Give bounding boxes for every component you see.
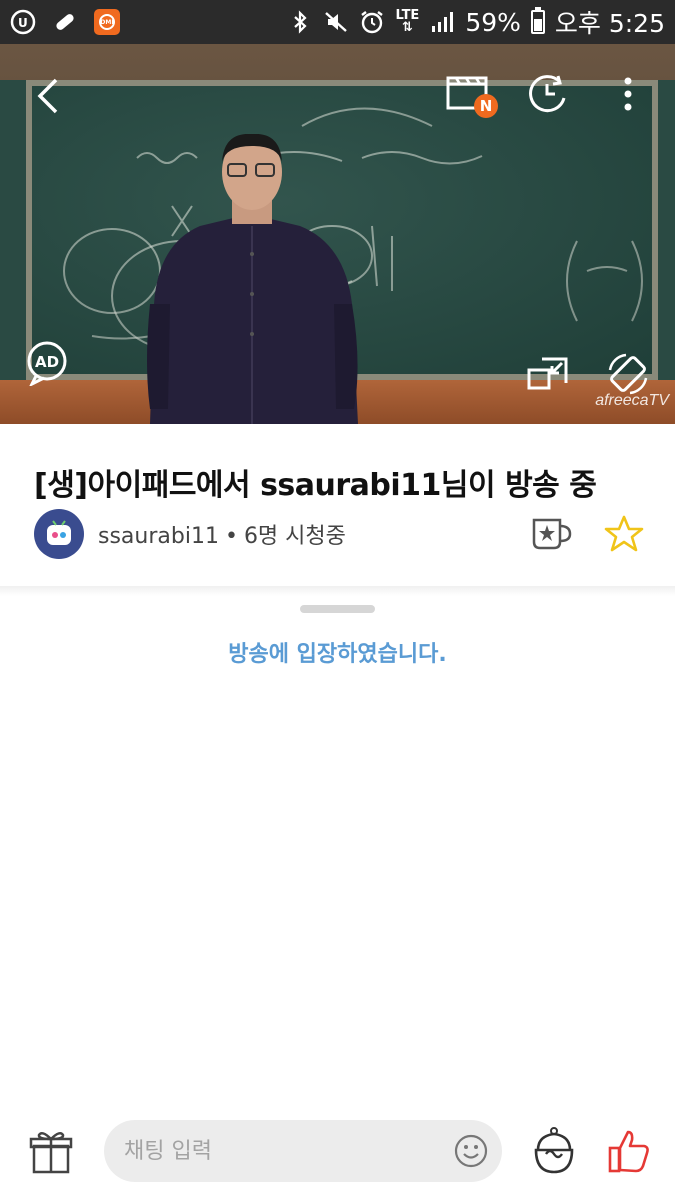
clock: 오후 5:25 <box>554 9 665 38</box>
chat-input[interactable] <box>124 1138 444 1164</box>
svg-text:U: U <box>18 16 28 30</box>
rotate-button[interactable] <box>604 350 652 398</box>
star-balloon-gift-button[interactable] <box>528 1126 580 1178</box>
emoji-icon <box>454 1134 488 1168</box>
more-icon <box>624 77 632 111</box>
alarm-icon <box>359 9 385 35</box>
pip-icon <box>527 357 568 390</box>
star-icon <box>604 515 644 552</box>
watermark: afreecaTV <box>595 392 669 409</box>
broadcaster-name[interactable]: ssaurabi11 <box>98 524 219 549</box>
system-message: 방송에 입장하였습니다. <box>228 642 447 667</box>
video-player[interactable]: N AD afreecaTV <box>0 44 675 424</box>
status-bar: U DMI LTE ⇅ 59% 오후 5:25 <box>0 0 675 44</box>
ad-label: AD <box>35 353 59 371</box>
chat-input-container <box>104 1120 502 1182</box>
afreeca-logo-icon <box>47 520 71 545</box>
lte-icon: LTE ⇅ <box>395 8 420 35</box>
ad-button[interactable]: AD <box>26 340 68 386</box>
broadcast-title: [생]아이패드에서 ssaurabi11님이 방송 중 <box>34 468 597 503</box>
thumbs-up-icon <box>608 1130 649 1173</box>
dmi-app-icon: DMI <box>94 9 120 35</box>
bluetooth-icon <box>287 9 313 35</box>
timer-button[interactable] <box>526 72 568 114</box>
avatar[interactable] <box>34 509 84 559</box>
ad-icon: AD <box>27 341 67 386</box>
mute-icon <box>323 9 349 35</box>
lecturer <box>147 134 358 424</box>
battery-icon <box>530 7 545 34</box>
pill-icon <box>52 9 78 35</box>
drag-handle[interactable] <box>300 605 375 613</box>
viewer-count: 6명 시청중 <box>243 524 346 549</box>
battery-percent: 59% <box>465 7 521 37</box>
timer-icon <box>529 75 566 113</box>
emoji-button[interactable] <box>454 1134 488 1168</box>
favorite-button[interactable] <box>604 514 644 554</box>
bottom-bar <box>0 1110 675 1200</box>
replay-list-button[interactable]: N <box>446 74 498 118</box>
back-button[interactable] <box>30 74 66 118</box>
gift-icon <box>29 1131 73 1174</box>
pip-button[interactable] <box>526 356 570 392</box>
u-plus-icon: U <box>10 9 36 35</box>
signal-icon <box>429 9 455 35</box>
star-balloon-icon <box>534 1127 574 1174</box>
like-button[interactable] <box>606 1126 652 1176</box>
gift-button[interactable] <box>28 1128 74 1176</box>
divider <box>0 586 675 596</box>
separator: • <box>224 524 238 549</box>
mug-star-icon <box>532 518 572 550</box>
more-options-button[interactable] <box>614 74 642 114</box>
star-balloon-button[interactable] <box>530 514 572 554</box>
rotate-icon <box>608 353 648 395</box>
app-screen: U DMI LTE ⇅ 59% 오후 5:25 N AD afreecaTV [… <box>0 0 675 1200</box>
back-icon <box>37 78 58 114</box>
broadcaster-row: ssaurabi11 • 6명 시청중 <box>34 508 346 560</box>
new-badge: N <box>474 94 498 118</box>
